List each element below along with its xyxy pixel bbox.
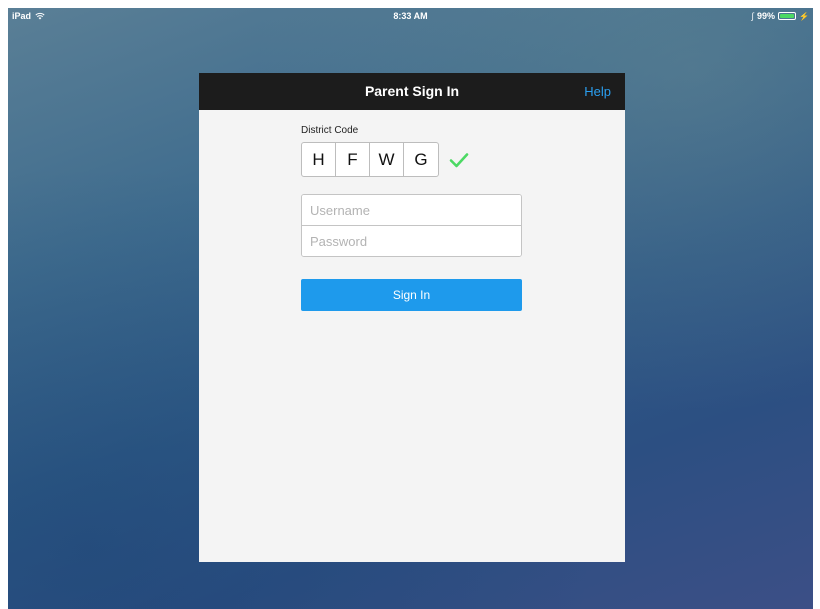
district-code-char-3[interactable]: W (370, 143, 404, 176)
district-code-input[interactable]: H F W G (301, 142, 439, 177)
ipad-screen: iPad 8:33 AM ∫ 99% ⚡ Parent Sign In Help… (8, 8, 813, 609)
district-code-char-2[interactable]: F (336, 143, 370, 176)
username-field[interactable] (302, 195, 521, 225)
status-right: ∫ 99% ⚡ (752, 11, 809, 21)
bluetooth-icon: ∫ (751, 11, 755, 21)
battery-percent: 99% (757, 11, 776, 21)
charging-icon: ⚡ (799, 11, 809, 21)
password-field[interactable] (302, 226, 521, 256)
credentials-group (301, 194, 522, 257)
battery-icon (778, 12, 797, 20)
district-code-char-4[interactable]: G (404, 143, 438, 176)
district-code-char-1[interactable]: H (302, 143, 336, 176)
district-code-row: H F W G (301, 142, 522, 177)
battery-level (780, 14, 794, 18)
district-code-label: District Code (301, 125, 359, 136)
page-title: Parent Sign In (364, 83, 460, 99)
panel-header: Parent Sign In Help (199, 73, 625, 110)
sign-in-button[interactable]: Sign In (301, 279, 522, 311)
status-bar: iPad 8:33 AM ∫ 99% ⚡ (8, 8, 813, 24)
sign-in-panel: Parent Sign In Help District Code H F W … (199, 73, 625, 562)
status-time: 8:33 AM (393, 11, 428, 21)
help-link[interactable]: Help (584, 84, 611, 99)
sign-in-form: District Code H F W G Sign In (301, 125, 522, 311)
checkmark-icon (449, 152, 469, 167)
